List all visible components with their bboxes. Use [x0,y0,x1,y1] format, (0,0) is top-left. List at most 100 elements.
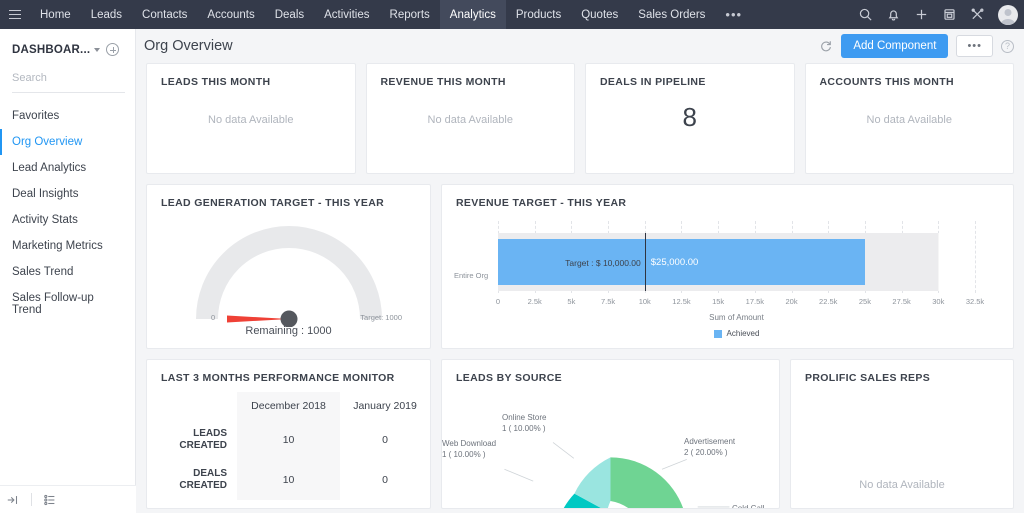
cell-leads-december: 10 [237,420,340,460]
tools-icon[interactable] [970,7,985,22]
sidebar-footer [0,485,136,513]
divider [31,493,32,506]
nav-tab-sales-orders[interactable]: Sales Orders [628,0,715,29]
sidebar-item-sales-trend[interactable]: Sales Trend [0,259,135,285]
sidebar-item-activity-stats[interactable]: Activity Stats [0,207,135,233]
search-icon[interactable] [858,7,873,22]
x-axis-tick: 0 [496,297,500,306]
bar-category-label: Entire Org [454,271,488,280]
gridline [975,221,976,293]
column-header-blank [147,392,237,420]
nav-tab-analytics[interactable]: Analytics [440,0,506,29]
nav-tab-contacts[interactable]: Contacts [132,0,197,29]
card-title: LEADS BY SOURCE [442,360,779,384]
kpi-value: 8 [586,102,794,133]
gauge-needle [227,316,289,323]
table-header-row: December 2018 January 2019 [147,392,430,420]
pie-label-cold-call: Cold Call [732,503,764,509]
gauge-min-label: 0 [211,313,215,322]
top-nav-items: Home Leads Contacts Accounts Deals Activ… [30,0,715,29]
sidebar-search[interactable] [12,68,125,93]
sidebar-item-org-overview[interactable]: Org Overview [0,129,135,155]
chevron-down-icon[interactable] [94,48,100,52]
empty-state-text: No data Available [791,479,1013,491]
main-content: Org Overview Add Component ••• ? LEADS T… [136,29,1024,513]
sidebar-item-favorites[interactable]: Favorites [0,103,135,129]
donut-chart: Online Store 1 ( 10.00% ) Web Download 1… [442,386,779,509]
card-performance-monitor[interactable]: LAST 3 MONTHS PERFORMANCE MONITOR Decemb… [146,359,431,509]
x-axis-tick: 25k [859,297,871,306]
x-axis-title: Sum of Amount [498,313,975,322]
kpi-card-revenue-this-month[interactable]: REVENUE THIS MONTH No data Available [366,63,576,174]
nav-tab-deals[interactable]: Deals [265,0,314,29]
x-axis-tick: 20k [785,297,797,306]
refresh-icon[interactable] [819,39,833,53]
x-axis-tick: 10k [639,297,651,306]
x-axis-tick: 22.5k [819,297,837,306]
add-plus-icon[interactable] [914,7,929,22]
card-lead-generation-target[interactable]: LEAD GENERATION TARGET - THIS YEAR 0 Tar… [146,184,431,349]
top-nav-right-icons [858,0,1018,29]
nav-tab-products[interactable]: Products [506,0,571,29]
nav-tab-home[interactable]: Home [30,0,81,29]
dashboard-title: DASHBOAR... [12,44,90,56]
user-avatar[interactable] [998,5,1018,25]
kpi-row: LEADS THIS MONTH No data Available REVEN… [146,63,1014,174]
nav-more-icon[interactable]: ••• [715,0,752,29]
target-label: Target : $ 10,000.00 [565,258,645,268]
nav-tab-activities[interactable]: Activities [314,0,379,29]
pie-label-online-store-value: 1 ( 10.00% ) [502,424,546,433]
card-leads-by-source[interactable]: LEADS BY SOURCE [441,359,780,509]
kpi-card-accounts-this-month[interactable]: ACCOUNTS THIS MONTH No data Available [805,63,1015,174]
list-settings-icon[interactable] [42,493,58,507]
card-revenue-target[interactable]: REVENUE TARGET - THIS YEAR Entire Org Ta… [441,184,1014,349]
hamburger-menu-icon[interactable] [0,0,30,29]
search-input[interactable] [12,72,125,84]
kpi-card-deals-in-pipeline[interactable]: DEALS IN PIPELINE 8 [585,63,795,174]
donut-slices [554,457,689,509]
gauge-svg [189,219,389,327]
pie-label-advertisement-value: 2 ( 20.00% ) [684,448,728,457]
page-title: Org Overview [144,38,233,54]
card-title: LEAD GENERATION TARGET - THIS YEAR [147,185,430,209]
card-title: PROLIFIC SALES REPS [791,360,1013,384]
cell-deals-january: 0 [340,460,430,500]
x-axis-tick: 12.5k [672,297,690,306]
column-header-december-2018: December 2018 [237,392,340,420]
sidebar-item-sales-followup-trend[interactable]: Sales Follow-up Trend [0,285,135,323]
chart-legend: Achieved [498,329,975,338]
card-title: LEADS THIS MONTH [147,64,355,88]
bar-track: Target : $ 10,000.00 $25,000.00 [498,233,975,291]
add-dashboard-icon[interactable] [106,43,119,56]
top-navigation-bar: Home Leads Contacts Accounts Deals Activ… [0,0,1024,29]
empty-state-text: No data Available [367,114,575,126]
x-axis-tick: 32.5k [966,297,984,306]
nav-tab-accounts[interactable]: Accounts [197,0,264,29]
dashboard-selector[interactable]: DASHBOAR... [0,29,135,64]
sidebar-item-marketing-metrics[interactable]: Marketing Metrics [0,233,135,259]
performance-table: December 2018 January 2019 LEADS CREATED… [147,392,430,500]
card-prolific-sales-reps[interactable]: PROLIFIC SALES REPS No data Available [790,359,1014,509]
empty-state-text: No data Available [806,114,1014,126]
pie-label-online-store-name: Online Store [502,413,546,422]
revenue-bar-chart: Entire Org Target : $ 10,000.00 $25,000.… [442,209,1013,349]
nav-tab-quotes[interactable]: Quotes [571,0,628,29]
calendar-icon[interactable] [942,7,957,22]
collapse-sidebar-icon[interactable] [5,493,21,507]
sidebar-item-deal-insights[interactable]: Deal Insights [0,181,135,207]
more-options-button[interactable]: ••• [956,35,993,57]
table-row: LEADS CREATED 10 0 [147,420,430,460]
dashboard-grid: LEADS THIS MONTH No data Available REVEN… [136,63,1024,509]
charts-row-1: LEAD GENERATION TARGET - THIS YEAR 0 Tar… [146,184,1014,349]
row-label-deals-created: DEALS CREATED [147,460,237,500]
pie-label-web-download: Web Download 1 ( 10.00% ) [442,438,496,460]
nav-tab-leads[interactable]: Leads [81,0,132,29]
kpi-card-leads-this-month[interactable]: LEADS THIS MONTH No data Available [146,63,356,174]
gauge-target-label: Target: 1000 [360,313,402,322]
add-component-button[interactable]: Add Component [841,34,948,58]
nav-tab-reports[interactable]: Reports [380,0,440,29]
help-icon[interactable]: ? [1001,40,1014,53]
notifications-bell-icon[interactable] [886,7,901,22]
sidebar-item-lead-analytics[interactable]: Lead Analytics [0,155,135,181]
legend-label-achieved: Achieved [727,329,760,338]
